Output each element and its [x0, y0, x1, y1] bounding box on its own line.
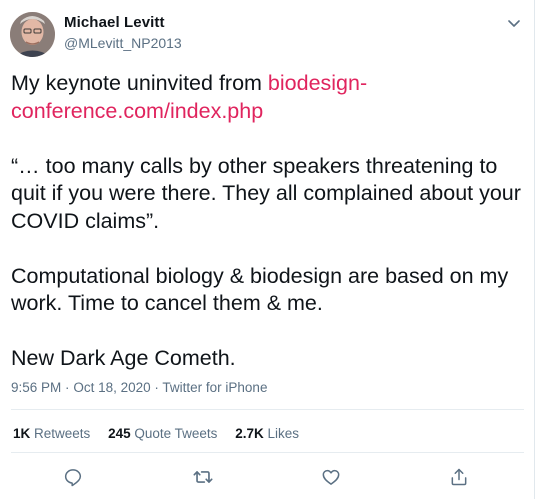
likes-label: Likes — [267, 426, 300, 441]
tweet-paragraph-2: Computational biology & biodesign are ba… — [11, 263, 509, 316]
quote-tweets-count: 245 — [108, 426, 131, 441]
retweets-count: 1K — [13, 426, 31, 441]
retweets-stat[interactable]: 1K Retweets — [13, 426, 90, 441]
share-icon — [451, 468, 467, 486]
divider — [11, 409, 524, 410]
likes-stat[interactable]: 2.7K Likes — [235, 426, 299, 441]
tweet-text: My keynote uninvited from biodesign-conf… — [11, 70, 526, 373]
avatar-image — [10, 12, 55, 57]
author-name[interactable]: Michael Levitt — [64, 14, 165, 31]
meta-separator: · — [65, 380, 70, 395]
tweet-line-1: My keynote uninvited from biodesign-conf… — [11, 70, 526, 125]
likes-count: 2.7K — [235, 426, 264, 441]
retweet-button[interactable] — [189, 463, 217, 491]
tweet-paragraph-3: New Dark Age Cometh. — [11, 346, 236, 370]
avatar[interactable] — [10, 12, 55, 57]
tweet-card: Michael Levitt @MLevitt_NP2013 My keynot… — [0, 0, 535, 499]
tweet-source[interactable]: Twitter for iPhone — [162, 380, 267, 395]
retweet-icon — [193, 471, 213, 483]
action-bar — [0, 463, 535, 493]
tweet-time[interactable]: 9:56 PM — [11, 380, 61, 395]
quote-tweets-stat[interactable]: 245 Quote Tweets — [108, 426, 217, 441]
tweet-meta: 9:56 PM · Oct 18, 2020 · Twitter for iPh… — [11, 380, 267, 395]
meta-separator: · — [154, 380, 159, 395]
retweets-label: Retweets — [34, 426, 91, 441]
chevron-down-icon[interactable] — [504, 13, 524, 33]
reply-button[interactable] — [59, 463, 87, 491]
tweet-line-1-text: My keynote uninvited from — [11, 71, 268, 95]
like-icon — [322, 469, 340, 485]
share-button[interactable] — [445, 463, 473, 491]
divider — [11, 452, 524, 453]
tweet-quote: “… too many calls by other speakers thre… — [11, 153, 521, 233]
quote-tweets-label: Quote Tweets — [134, 426, 218, 441]
author-handle[interactable]: @MLevitt_NP2013 — [64, 35, 182, 51]
like-button[interactable] — [317, 463, 345, 491]
tweet-date[interactable]: Oct 18, 2020 — [73, 380, 150, 395]
reply-icon — [64, 469, 82, 487]
engagement-stats: 1K Retweets 245 Quote Tweets 2.7K Likes — [13, 426, 313, 441]
